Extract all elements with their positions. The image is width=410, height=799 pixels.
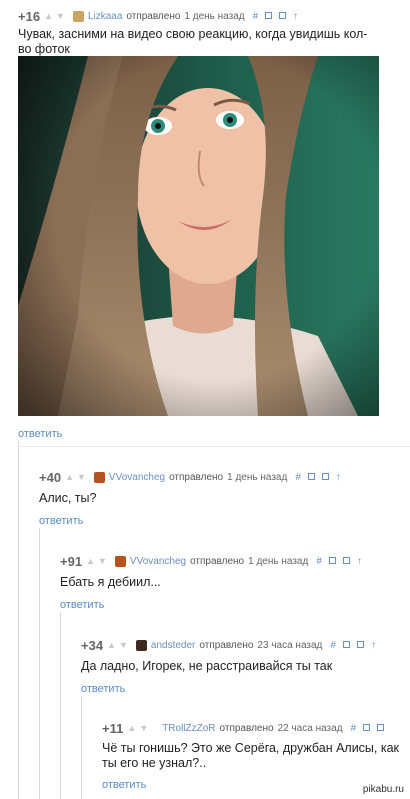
comment: +11 ▲ ▼ TRollZzZoR отправлено 22 часа на…: [102, 719, 405, 793]
vote-down-icon[interactable]: ▼: [119, 640, 128, 650]
portrait-image: [18, 56, 379, 416]
comment: +16 ▲ ▼ Lizkaaa отправлено 1 день назад …: [18, 7, 406, 57]
save-icon[interactable]: [342, 640, 350, 651]
parent-arrow-icon[interactable]: ↑: [371, 640, 376, 651]
comment-time: 1 день назад: [248, 555, 309, 567]
vote-up-icon[interactable]: ▲: [65, 472, 74, 482]
save-icon[interactable]: [265, 11, 273, 22]
avatar[interactable]: [135, 639, 147, 651]
author-link[interactable]: Lizkaaa: [88, 11, 122, 22]
comment-rating: +40: [39, 469, 62, 485]
vote-up-icon[interactable]: ▲: [44, 11, 53, 21]
posted-label: отправлено: [126, 10, 181, 22]
comment-link-icon[interactable]: #: [330, 640, 336, 651]
vote-up-icon[interactable]: ▲: [127, 723, 136, 733]
comment-text: Чё ты гонишь? Это же Серёга, дружбан Али…: [102, 741, 400, 770]
thread-line: [18, 440, 19, 799]
comment-rating: +91: [60, 553, 83, 569]
parent-arrow-icon[interactable]: ↑: [357, 556, 362, 567]
author-link[interactable]: TRollZzZoR: [162, 723, 215, 734]
reply-link[interactable]: ответить: [60, 599, 104, 611]
reply-link[interactable]: ответить: [102, 779, 146, 791]
reply-link[interactable]: ответить: [81, 683, 125, 695]
comment-text: Чувак, засними на видео свою реакцию, ко…: [18, 27, 368, 56]
thread-line: [60, 612, 61, 799]
save-icon[interactable]: [328, 556, 336, 567]
vote-down-icon[interactable]: ▼: [56, 11, 65, 21]
vote-down-icon[interactable]: ▼: [98, 556, 107, 566]
avatar[interactable]: [114, 555, 126, 567]
comment-time: 23 часа назад: [257, 639, 323, 651]
comment-text: Алис, ты?: [39, 491, 97, 505]
author-link[interactable]: andsteder: [151, 640, 195, 651]
comment-time: 1 день назад: [184, 10, 245, 22]
comment-text: Ебать я дебиил...: [60, 575, 161, 589]
vote-controls: ▲ ▼: [44, 11, 68, 21]
comment-header: +16 ▲ ▼ Lizkaaa отправлено 1 день назад …: [18, 7, 406, 25]
vote-down-icon[interactable]: ▼: [77, 472, 86, 482]
expand-icon[interactable]: [279, 11, 287, 22]
expand-icon[interactable]: [377, 723, 385, 734]
avatar[interactable]: [72, 10, 84, 22]
comment: +91 ▲ ▼ VVovancheg отправлено 1 день наз…: [60, 552, 405, 613]
expand-icon[interactable]: [321, 472, 329, 483]
comment-rating: +34: [81, 637, 104, 653]
parent-arrow-icon[interactable]: ↑: [336, 472, 341, 483]
comment-rating: +16: [18, 8, 41, 24]
comment: +40 ▲ ▼ VVovancheg отправлено 1 день наз…: [39, 468, 405, 529]
site-watermark: pikabu.ru: [362, 784, 404, 795]
comment-header: +11 ▲ ▼ TRollZzZoR отправлено 22 часа на…: [102, 719, 405, 737]
comment-photo[interactable]: [18, 56, 379, 416]
comment-divider: [18, 446, 410, 447]
expand-icon[interactable]: [342, 556, 350, 567]
comment-header: +91 ▲ ▼ VVovancheg отправлено 1 день наз…: [60, 552, 405, 570]
save-icon[interactable]: [307, 472, 315, 483]
posted-label: отправлено: [190, 555, 245, 567]
avatar[interactable]: [93, 471, 105, 483]
comment-text: Да ладно, Игорек, не расстраивайся ты та…: [81, 659, 333, 673]
vote-up-icon[interactable]: ▲: [86, 556, 95, 566]
comment-link-icon[interactable]: #: [351, 723, 357, 734]
vote-controls: ▲ ▼: [86, 556, 110, 566]
posted-label: отправлено: [219, 722, 274, 734]
author-link[interactable]: VVovancheg: [130, 556, 186, 567]
thread-line: [39, 528, 40, 799]
comment-header: +34 ▲ ▼ andsteder отправлено 23 часа наз…: [81, 636, 405, 654]
save-icon[interactable]: [363, 723, 371, 734]
reply-link[interactable]: ответить: [39, 515, 83, 527]
comment-header: +40 ▲ ▼ VVovancheg отправлено 1 день наз…: [39, 468, 405, 486]
vote-up-icon[interactable]: ▲: [107, 640, 116, 650]
reply-link[interactable]: ответить: [18, 428, 62, 440]
comment-link-icon[interactable]: #: [316, 556, 322, 567]
expand-icon[interactable]: [356, 640, 364, 651]
parent-arrow-icon[interactable]: ↑: [293, 11, 298, 22]
comment-link-icon[interactable]: #: [253, 11, 259, 22]
comment-rating: +11: [102, 720, 124, 736]
vote-down-icon[interactable]: ▼: [139, 723, 148, 733]
posted-label: отправлено: [199, 639, 254, 651]
posted-label: отправлено: [169, 471, 224, 483]
comment-time: 22 часа назад: [277, 722, 343, 734]
vote-controls: ▲ ▼: [107, 640, 131, 650]
vote-controls: ▲ ▼: [65, 472, 89, 482]
vote-controls: ▲ ▼: [127, 723, 151, 733]
comment-link-icon[interactable]: #: [295, 472, 301, 483]
comment-time: 1 день назад: [227, 471, 288, 483]
thread-line: [81, 696, 82, 799]
author-link[interactable]: VVovancheg: [109, 472, 165, 483]
comment: +34 ▲ ▼ andsteder отправлено 23 часа наз…: [81, 636, 405, 697]
